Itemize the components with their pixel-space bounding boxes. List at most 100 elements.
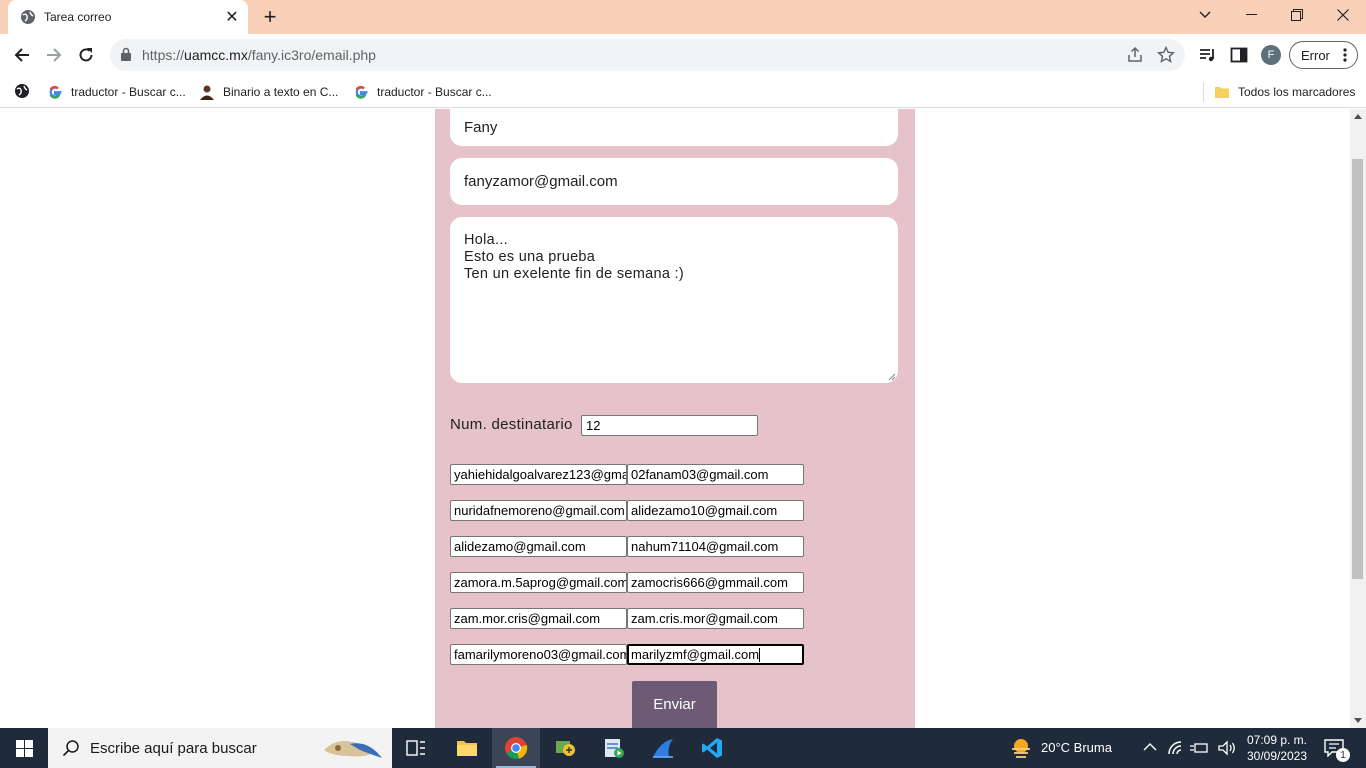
name-field[interactable]: Fany (450, 109, 898, 146)
browser-toolbar: https://uamcc.mx/fany.ic3ro/email.php F … (0, 34, 1366, 76)
google-icon (355, 85, 368, 99)
email-field[interactable]: fanyzamor@gmail.com (450, 158, 898, 205)
bookmarks-bar: traductor - Buscar c... Binario a texto … (0, 76, 1366, 108)
app-button[interactable] (639, 728, 687, 768)
browser-titlebar: Tarea correo ✕ + (0, 0, 1366, 34)
recipient-input[interactable]: zamocris666@gmmail.com (627, 572, 804, 593)
shark-fin-icon (653, 739, 673, 758)
minimize-button[interactable] (1228, 0, 1274, 30)
recipient-input[interactable]: zam.cris.mor@gmail.com (627, 608, 804, 629)
error-label: Error (1301, 47, 1330, 63)
url-path: /fany.ic3ro/email.php (247, 47, 376, 63)
globe-icon (21, 10, 35, 24)
message-line: Esto es una prueba (464, 249, 596, 265)
recipient-input[interactable]: yahiehidalgoalvarez123@gmail.com (450, 464, 627, 485)
lock-icon[interactable] (120, 47, 132, 62)
recipient-input[interactable]: famarilymoreno03@gmail.com (450, 644, 627, 665)
restore-button[interactable] (1274, 0, 1320, 30)
recipient-value: zam.cris.mor@gmail.com (631, 611, 778, 626)
scrollbar-thumb[interactable] (1352, 159, 1363, 579)
error-button[interactable]: Error (1289, 41, 1358, 69)
new-tab-button[interactable]: + (258, 4, 282, 29)
address-bar[interactable]: https://uamcc.mx/fany.ic3ro/email.php (110, 39, 1185, 71)
side-panel-icon[interactable] (1229, 45, 1249, 65)
battery-plug-icon[interactable] (1189, 740, 1209, 756)
file-explorer-button[interactable] (443, 728, 491, 768)
tab-search-chevron-icon[interactable] (1182, 0, 1228, 30)
recipient-input[interactable]: nahum71104@gmail.com (627, 536, 804, 557)
recipient-input[interactable]: alidezamo@gmail.com (450, 536, 627, 557)
recipient-value: zamora.m.5aprog@gmail.com (454, 575, 627, 590)
url-text: https://uamcc.mx/fany.ic3ro/email.php (142, 47, 376, 63)
recipients-label: Num. destinatario (450, 416, 573, 433)
all-bookmarks-button[interactable]: Todos los marcadores (1214, 82, 1355, 102)
recipients-count-value: 12 (586, 418, 601, 433)
tab-title: Tarea correo (44, 10, 112, 24)
folder-icon (457, 741, 477, 756)
app-button[interactable] (541, 728, 589, 768)
search-placeholder: Escribe aquí para buscar (90, 739, 257, 757)
email-form: Fany fanyzamor@gmail.com Hola... Esto es… (435, 109, 915, 728)
back-button[interactable] (7, 40, 37, 70)
recipient-value: nahum71104@gmail.com (631, 539, 779, 554)
bookmark-item[interactable]: traductor - Buscar c... (353, 82, 492, 102)
page-scrollbar[interactable] (1350, 109, 1366, 728)
resize-handle-icon[interactable] (888, 373, 896, 381)
control-panel-icon (556, 741, 575, 756)
recipient-value: zam.mor.cris@gmail.com (454, 611, 601, 626)
email-value: fanyzamor@gmail.com (464, 173, 618, 190)
windows-icon (15, 739, 33, 757)
close-tab-icon[interactable]: ✕ (220, 5, 244, 29)
chrome-icon (505, 737, 528, 760)
message-textarea[interactable]: Hola... Esto es una prueba Ten un exelen… (450, 217, 898, 383)
browser-tab[interactable]: Tarea correo ✕ (8, 0, 248, 34)
profile-avatar[interactable]: F (1261, 45, 1281, 65)
clock-time: 07:09 p. m. (1246, 733, 1308, 747)
bookmark-label: traductor - Buscar c... (71, 85, 186, 99)
taskbar-search[interactable]: Escribe aquí para buscar (48, 728, 392, 768)
recipient-value: yahiehidalgoalvarez123@gmail.com (454, 467, 626, 482)
start-button[interactable] (0, 728, 48, 768)
recipient-value: marilyzmf@gmail.com (631, 647, 760, 662)
bookmark-item[interactable]: traductor - Buscar c... (47, 82, 186, 102)
folder-icon (1215, 87, 1229, 98)
vscode-button[interactable] (688, 728, 736, 768)
recipient-value: zamocris666@gmmail.com (631, 575, 788, 590)
recipient-value: alidezamo@gmail.com (454, 539, 586, 554)
weather-haze-icon[interactable] (1009, 736, 1033, 760)
scroll-up-icon[interactable] (1354, 114, 1362, 119)
share-icon[interactable] (1126, 46, 1144, 64)
recipient-input[interactable]: zamora.m.5aprog@gmail.com (450, 572, 627, 593)
recipient-value: nuridafnemoreno@gmail.com (454, 503, 625, 518)
bookmark-label: traductor - Buscar c... (377, 85, 492, 99)
recipient-input-focused[interactable]: marilyzmf@gmail.com (627, 644, 804, 665)
task-view-button[interactable] (392, 728, 440, 768)
vscode-icon (702, 738, 722, 758)
chevron-up-icon[interactable] (1143, 742, 1157, 752)
google-icon (49, 85, 62, 99)
recipients-count-input[interactable]: 12 (581, 415, 758, 436)
volume-icon[interactable] (1217, 740, 1237, 756)
recipient-input[interactable]: alidezamo10@gmail.com (627, 500, 804, 521)
bookmark-star-icon[interactable] (1157, 46, 1175, 64)
chrome-button[interactable] (492, 728, 540, 768)
weather-text[interactable]: 20°C Bruma (1041, 740, 1112, 755)
recipient-input[interactable]: 02fanam03@gmail.com (627, 464, 804, 485)
recipient-input[interactable]: zam.mor.cris@gmail.com (450, 608, 627, 629)
media-control-icon[interactable] (1198, 45, 1218, 65)
recipient-input[interactable]: nuridafnemoreno@gmail.com (450, 500, 627, 521)
system-clock[interactable]: 07:09 p. m. 30/09/2023 (1244, 732, 1310, 764)
wifi-icon[interactable] (1167, 740, 1185, 756)
bookmark-item[interactable]: Binario a texto en C... (199, 82, 338, 102)
globe-icon[interactable] (14, 83, 30, 99)
clock-date: 30/09/2023 (1246, 749, 1308, 763)
app-button[interactable] (590, 728, 638, 768)
send-button[interactable]: Enviar (632, 681, 717, 728)
close-window-button[interactable] (1320, 0, 1366, 30)
reload-button[interactable] (71, 40, 101, 70)
message-line: Hola... (464, 232, 509, 248)
person-icon (200, 85, 214, 100)
scroll-down-icon[interactable] (1354, 718, 1362, 723)
forward-button[interactable] (39, 40, 69, 70)
task-view-icon (406, 740, 425, 756)
